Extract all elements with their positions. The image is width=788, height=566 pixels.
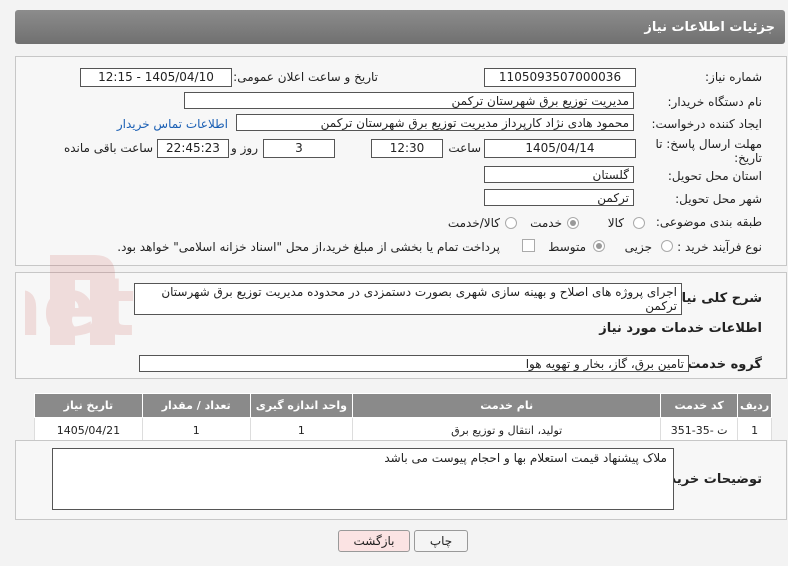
category-radio-goods[interactable] (633, 217, 645, 229)
services-section-title: اطلاعات خدمات مورد نیاز (599, 321, 762, 336)
cell-unit: 1 (249, 417, 354, 443)
cell-row: 1 (737, 417, 772, 443)
back-button[interactable]: بازگشت (338, 530, 410, 552)
col-date: تاریخ نیاز (34, 393, 143, 418)
print-button[interactable]: چاپ (414, 530, 468, 552)
payment-note: پرداخت تمام یا بخشی از مبلغ خرید،از محل … (117, 240, 500, 254)
buyer-org-field: مدیریت توزیع برق شهرستان ترکمن (184, 92, 634, 109)
city-field: ترکمن (484, 189, 634, 206)
payment-checkbox[interactable] (522, 239, 535, 252)
deadline-label-date: تاریخ: (734, 151, 762, 165)
col-name: نام خدمت (352, 393, 662, 418)
service-group-label: گروه خدمت: (682, 357, 762, 372)
category-option-service: خدمت (530, 216, 562, 230)
remaining-time-field: 22:45:23 (157, 139, 229, 158)
days-field: 3 (263, 139, 335, 158)
need-number-field: 1105093507000036 (484, 68, 636, 87)
col-qty: تعداد / مقدار (141, 393, 251, 418)
need-number-label: شماره نیاز: (705, 70, 762, 84)
description-label: شرح کلی نیاز: (668, 291, 762, 306)
services-header-row: ردیف کد خدمت نام خدمت واحد اندازه گیری ت… (34, 393, 772, 418)
buyer-contact-link[interactable]: اطلاعات تماس خریدار (117, 117, 228, 131)
province-field: گلستان (484, 166, 634, 183)
category-label: طبقه بندی موضوعی: (655, 215, 762, 229)
table-row: 1 ت -35-351 تولید، انتقال و توزیع برق 1 … (34, 417, 772, 443)
category-radio-both[interactable] (505, 217, 517, 229)
announce-label: تاریخ و ساعت اعلان عمومی: (233, 70, 378, 84)
description-field: اجرای پروژه های اصلاح و بهینه سازی شهری … (134, 283, 682, 315)
process-radio-minor[interactable] (661, 240, 673, 252)
deadline-label: مهلت ارسال پاسخ: تا (655, 137, 762, 151)
creator-field: محمود هادی نژاد کارپرداز مدیریت توزیع بر… (236, 114, 634, 131)
col-code: کد خدمت (660, 393, 739, 418)
services-table: ردیف کد خدمت نام خدمت واحد اندازه گیری ت… (34, 393, 772, 443)
cell-code: ت -35-351 (660, 417, 739, 443)
category-option-goods: کالا (607, 216, 624, 230)
process-option-medium: متوسط (548, 240, 586, 254)
process-radio-medium[interactable] (593, 240, 605, 252)
category-radio-service[interactable] (567, 217, 579, 229)
service-group-field: تامین برق، گاز، بخار و تهویه هوا (139, 355, 689, 372)
info-panel (15, 56, 787, 266)
buyer-org-label: نام دستگاه خریدار: (667, 95, 763, 109)
buyer-notes-field: ملاک پیشنهاد قیمت استعلام بها و احجام پی… (52, 448, 674, 510)
col-row: ردیف (737, 393, 772, 418)
deadline-date-field: 1405/04/14 (484, 139, 636, 158)
creator-label: ایجاد کننده درخواست: (651, 117, 762, 131)
page-header: جزئیات اطلاعات نیاز (15, 10, 785, 44)
cell-name: تولید، انتقال و توزیع برق (352, 417, 662, 443)
category-option-both: کالا/خدمت (447, 216, 500, 230)
col-unit: واحد اندازه گیری (249, 393, 354, 418)
deadline-time-field: 12:30 (371, 139, 443, 158)
process-label: نوع فرآیند خرید : (677, 240, 762, 254)
announce-field: 1405/04/10 - 12:15 (80, 68, 232, 87)
remaining-word: ساعت باقی مانده (63, 141, 153, 155)
cell-qty: 1 (141, 417, 251, 443)
cell-date: 1405/04/21 (34, 417, 143, 443)
page-title: جزئیات اطلاعات نیاز (644, 20, 775, 35)
province-label: استان محل تحویل: (667, 169, 762, 183)
city-label: شهر محل تحویل: (675, 192, 762, 206)
process-option-minor: جزیی (624, 240, 652, 254)
deadline-time-word: ساعت (448, 141, 481, 155)
days-word: روز و (231, 141, 258, 155)
